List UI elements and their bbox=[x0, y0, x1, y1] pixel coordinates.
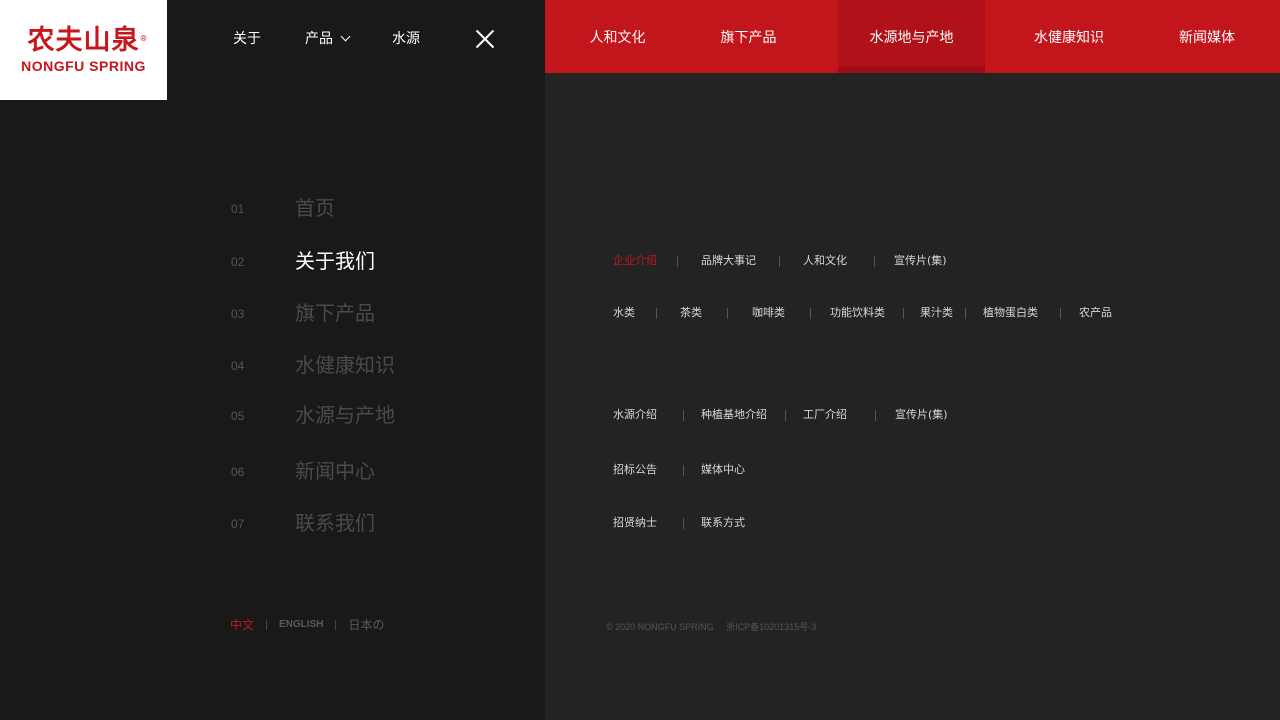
top-nav-water-source[interactable]: 水源 bbox=[392, 30, 420, 48]
language-switcher: 中文 ENGLISH 日本の bbox=[230, 617, 384, 633]
logo-english: NONGFU SPRING bbox=[21, 58, 146, 74]
menu-number: 03 bbox=[231, 307, 245, 321]
divider bbox=[903, 307, 904, 319]
submenu-item[interactable]: 招标公告 bbox=[613, 462, 683, 478]
submenu-item[interactable]: 农产品 bbox=[1079, 305, 1112, 321]
lang-english[interactable]: ENGLISH bbox=[279, 617, 323, 633]
submenu-item[interactable]: 媒体中心 bbox=[701, 462, 745, 478]
top-nav-about[interactable]: 关于 bbox=[233, 30, 261, 48]
menu-number: 02 bbox=[231, 255, 245, 269]
divider bbox=[1060, 307, 1061, 319]
menu-number: 04 bbox=[231, 359, 245, 373]
divider bbox=[965, 307, 966, 319]
submenu-item[interactable]: 植物蛋白类 bbox=[983, 305, 1060, 321]
logo[interactable]: 农夫山泉 ® NONGFU SPRING bbox=[0, 0, 167, 100]
submenu-item[interactable]: 果汁类 bbox=[920, 305, 965, 321]
menu-item-contact[interactable]: 联系我们 bbox=[295, 511, 375, 535]
submenu-item[interactable]: 宣传片(集) bbox=[895, 407, 948, 423]
submenu-item[interactable]: 联系方式 bbox=[701, 515, 745, 531]
menu-item-home[interactable]: 首页 bbox=[295, 196, 335, 220]
divider bbox=[335, 620, 337, 630]
logo-chinese: 农夫山泉 ® bbox=[27, 25, 148, 56]
divider bbox=[875, 409, 876, 421]
submenu-item[interactable]: 招贤纳士 bbox=[613, 515, 683, 531]
red-nav-water-source[interactable]: 水源地与产地 bbox=[838, 0, 985, 73]
divider bbox=[677, 255, 678, 267]
menu-item-news[interactable]: 新闻中心 bbox=[295, 459, 375, 483]
close-icon[interactable] bbox=[475, 29, 495, 49]
copyright-text: © 2020 NONGFU SPRING. 浙ICP备10201315号-3 bbox=[606, 622, 817, 632]
submenu-item[interactable]: 种植基地介绍 bbox=[701, 407, 785, 423]
divider bbox=[727, 307, 728, 319]
submenu-item[interactable]: 人和文化 bbox=[803, 253, 874, 269]
submenu-news: 招标公告 媒体中心 bbox=[613, 462, 745, 478]
lang-chinese[interactable]: 中文 bbox=[230, 617, 254, 633]
submenu-item[interactable]: 工厂介绍 bbox=[803, 407, 875, 423]
submenu-item[interactable]: 宣传片(集) bbox=[894, 253, 947, 269]
divider bbox=[779, 255, 780, 267]
submenu-item[interactable]: 水源介绍 bbox=[613, 407, 683, 423]
menu-item-health[interactable]: 水健康知识 bbox=[295, 353, 395, 377]
submenu-about: 企业介绍 品牌大事记 人和文化 宣传片(集) bbox=[613, 253, 947, 269]
chevron-down-icon bbox=[340, 31, 351, 42]
divider bbox=[683, 464, 684, 476]
submenu-item[interactable]: 茶类 bbox=[680, 305, 727, 321]
top-nav-products[interactable]: 产品 bbox=[305, 30, 351, 48]
lang-japanese[interactable]: 日本の bbox=[348, 617, 384, 633]
top-nav-products-label: 产品 bbox=[305, 31, 333, 47]
menu-item-source[interactable]: 水源与产地 bbox=[295, 403, 395, 427]
submenu-item[interactable]: 咖啡类 bbox=[752, 305, 810, 321]
submenu-item[interactable]: 企业介绍 bbox=[613, 253, 677, 269]
menu-number: 07 bbox=[231, 517, 245, 531]
divider bbox=[810, 307, 811, 319]
menu-number: 01 bbox=[231, 202, 245, 216]
registered-mark: ® bbox=[139, 34, 149, 43]
left-menu-panel bbox=[0, 0, 545, 720]
logo-chinese-text: 农夫山泉 bbox=[27, 25, 140, 56]
divider bbox=[785, 409, 786, 421]
submenu-source: 水源介绍 种植基地介绍 工厂介绍 宣传片(集) bbox=[613, 407, 948, 423]
submenu-item[interactable]: 品牌大事记 bbox=[701, 253, 779, 269]
submenu-contact: 招贤纳士 联系方式 bbox=[613, 515, 745, 531]
menu-number: 05 bbox=[231, 409, 245, 423]
red-nav-culture[interactable]: 人和文化 bbox=[580, 0, 655, 73]
divider bbox=[656, 307, 657, 319]
divider bbox=[683, 409, 684, 421]
submenu-item[interactable]: 水类 bbox=[613, 305, 656, 321]
divider bbox=[683, 517, 684, 529]
red-nav-products[interactable]: 旗下产品 bbox=[711, 0, 786, 73]
menu-number: 06 bbox=[231, 465, 245, 479]
red-nav-news[interactable]: 新闻媒体 bbox=[1170, 0, 1244, 73]
red-nav-health[interactable]: 水健康知识 bbox=[1027, 0, 1111, 73]
submenu-item[interactable]: 功能饮料类 bbox=[830, 305, 903, 321]
divider bbox=[266, 620, 268, 630]
submenu-products: 水类 茶类 咖啡类 功能饮料类 果汁类 植物蛋白类 农产品 bbox=[613, 305, 1112, 321]
menu-item-products[interactable]: 旗下产品 bbox=[295, 301, 375, 325]
divider bbox=[874, 255, 875, 267]
menu-item-about[interactable]: 关于我们 bbox=[295, 249, 375, 273]
right-submenu-panel bbox=[545, 0, 1280, 720]
